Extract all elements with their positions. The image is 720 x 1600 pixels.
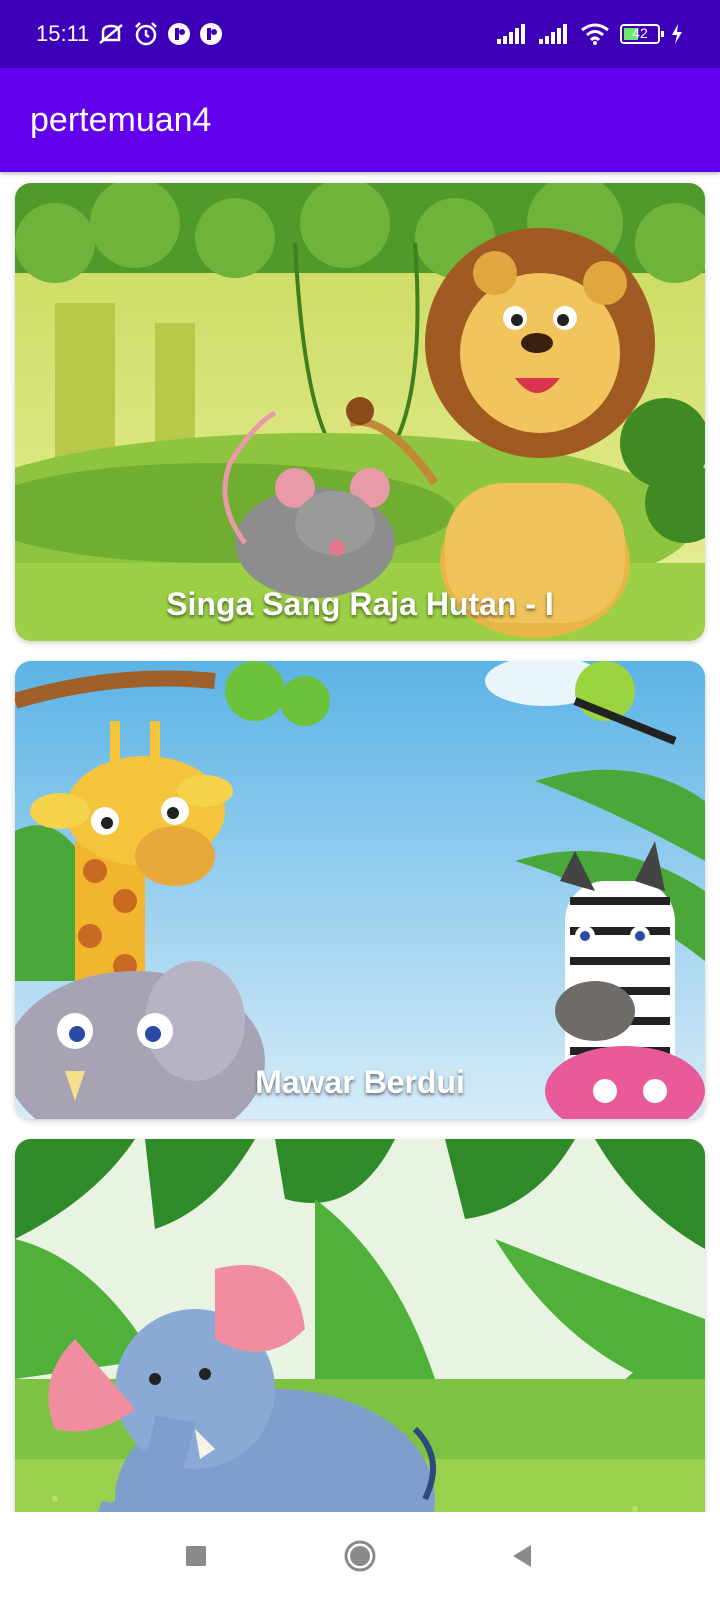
signal-icon bbox=[539, 24, 567, 44]
signal-icon bbox=[497, 24, 525, 44]
elephant-jungle-illustration bbox=[15, 1139, 705, 1512]
story-card[interactable]: Mawar Berdui bbox=[15, 661, 705, 1119]
status-bar: 15:11 42 bbox=[0, 0, 720, 68]
home-button[interactable] bbox=[338, 1534, 382, 1578]
app-bar: pertemuan4 bbox=[0, 68, 720, 172]
story-title: Mawar Berdui bbox=[255, 1064, 465, 1100]
lion-mouse-illustration bbox=[15, 183, 705, 641]
navigation-bar bbox=[0, 1512, 720, 1600]
app-notification-icon bbox=[200, 23, 223, 45]
home-icon bbox=[344, 1540, 376, 1572]
status-time: 15:11 bbox=[36, 21, 90, 46]
mute-icon bbox=[99, 24, 124, 44]
story-list[interactable]: Singa Sang Raja Hutan - I Mawar Berdui bbox=[0, 172, 720, 1512]
story-title: Singa Sang Raja Hutan - I bbox=[166, 586, 554, 622]
app-notification-icon bbox=[168, 23, 191, 45]
wifi-icon bbox=[581, 23, 609, 45]
battery-level: 42 bbox=[632, 25, 648, 41]
alarm-icon bbox=[135, 22, 158, 46]
story-card[interactable] bbox=[15, 1139, 705, 1512]
story-card[interactable]: Singa Sang Raja Hutan - I bbox=[15, 183, 705, 641]
battery-icon: 42 bbox=[620, 24, 664, 44]
recents-button[interactable] bbox=[174, 1534, 218, 1578]
app-title: pertemuan4 bbox=[30, 100, 212, 139]
giraffe-elephant-zebra-illustration bbox=[15, 661, 705, 1119]
charging-icon bbox=[672, 24, 682, 44]
back-button[interactable] bbox=[500, 1534, 544, 1578]
back-icon bbox=[513, 1545, 531, 1567]
recents-icon bbox=[186, 1546, 206, 1566]
